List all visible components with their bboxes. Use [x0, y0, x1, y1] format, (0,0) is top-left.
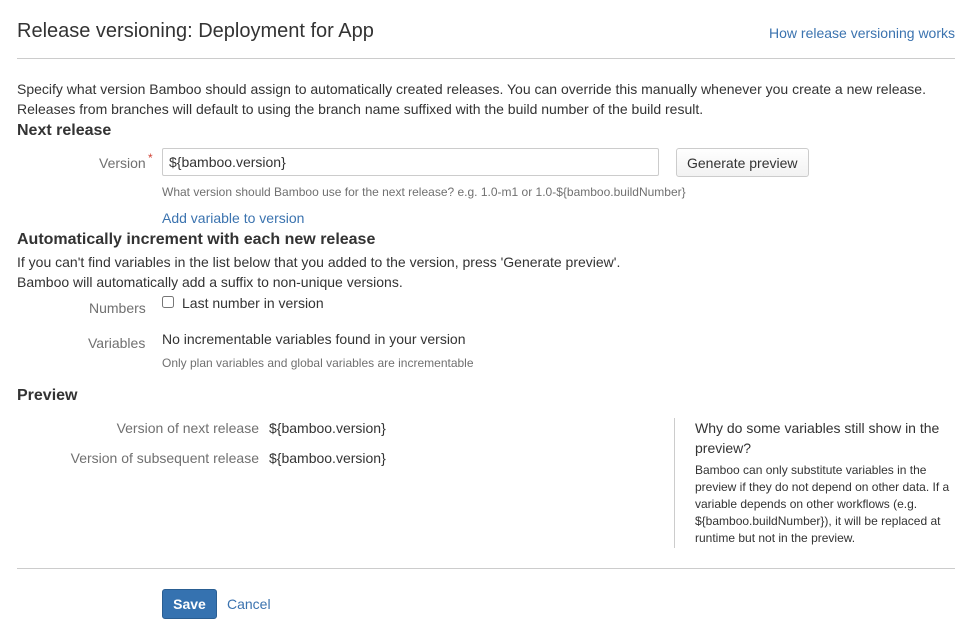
next-release-preview-value: ${bamboo.version} — [269, 420, 386, 436]
auto-increment-desc-1: If you can't find variables in the list … — [17, 254, 621, 270]
numbers-label: Numbers — [89, 300, 146, 316]
footer-divider — [17, 568, 955, 569]
save-button[interactable]: Save — [162, 589, 217, 619]
auto-increment-heading: Automatically increment with each new re… — [17, 231, 376, 248]
auto-increment-desc-2: Bamboo will automatically add a suffix t… — [17, 274, 403, 290]
intro-line-2: Releases from branches will default to u… — [17, 101, 704, 117]
preview-help-body: Bamboo can only substitute variables in … — [695, 463, 950, 545]
intro-line-1: Specify what version Bamboo should assig… — [17, 81, 926, 97]
help-link[interactable]: How release versioning works — [769, 25, 955, 41]
last-number-checkbox[interactable] — [162, 296, 174, 308]
subsequent-release-preview-label: Version of subsequent release — [70, 450, 259, 466]
preview-heading: Preview — [17, 387, 78, 404]
version-label: Version * — [99, 151, 153, 171]
version-label-text: Version — [99, 155, 146, 171]
preview-help-title: Why do some variables still show in the … — [695, 420, 940, 456]
preview-sidebar-divider — [674, 418, 675, 548]
version-input[interactable] — [162, 148, 659, 176]
version-help-text: What version should Bamboo use for the n… — [162, 185, 686, 199]
cancel-link[interactable]: Cancel — [227, 596, 271, 612]
variables-value: No incrementable variables found in your… — [162, 331, 466, 347]
last-number-label[interactable]: Last number in version — [182, 295, 324, 311]
subsequent-release-preview-value: ${bamboo.version} — [269, 450, 386, 466]
header-divider — [17, 58, 955, 59]
variables-help-text: Only plan variables and global variables… — [162, 356, 474, 370]
variables-label: Variables — [88, 335, 146, 351]
required-marker: * — [148, 151, 153, 165]
next-release-heading: Next release — [17, 122, 112, 139]
next-release-preview-label: Version of next release — [116, 420, 259, 436]
add-variable-link[interactable]: Add variable to version — [162, 210, 304, 226]
generate-preview-button[interactable]: Generate preview — [676, 148, 809, 177]
page-title: Release versioning: Deployment for App — [17, 20, 374, 42]
